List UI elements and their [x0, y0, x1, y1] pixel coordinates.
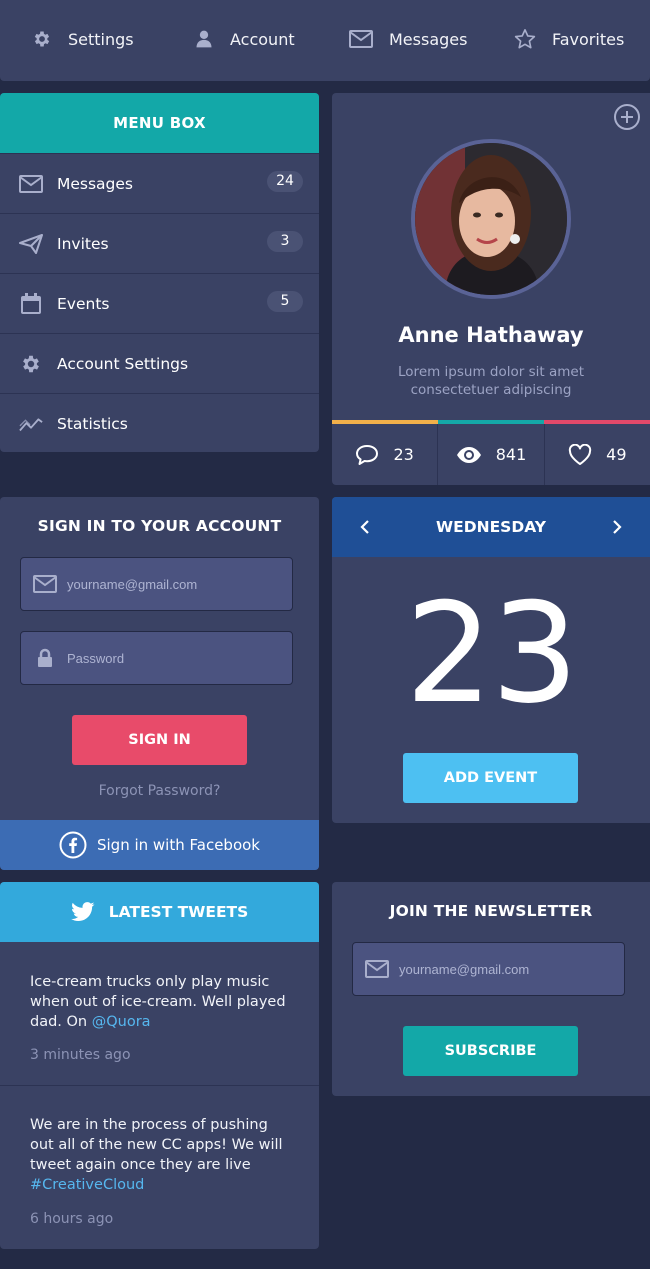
nav-settings-label: Settings [68, 29, 134, 49]
tweet-link[interactable]: #CreativeCloud [30, 1177, 144, 1193]
chevron-left-icon[interactable] [354, 516, 376, 538]
tweet-text: We are in the process of pushing out all… [30, 1115, 295, 1195]
menu-item-label: Events [57, 294, 110, 313]
count-badge: 5 [267, 291, 303, 312]
comment-icon [355, 444, 379, 466]
nav-favorites[interactable]: Favorites [514, 26, 624, 52]
user-icon [194, 29, 214, 49]
menu-item-label: Statistics [57, 414, 128, 433]
tweets-title: LATEST TWEETS [108, 903, 249, 921]
avatar [411, 139, 571, 299]
menu-item-events[interactable]: Events 5 [0, 273, 319, 333]
stat-value: 841 [495, 445, 527, 464]
menu-item-label: Account Settings [57, 354, 189, 373]
menu-box-title: MENU BOX [0, 93, 319, 153]
views-stat[interactable]: 841 [437, 424, 543, 485]
star-icon [514, 28, 536, 50]
nav-account[interactable]: Account [194, 26, 295, 52]
nav-settings[interactable]: Settings [32, 26, 134, 52]
chevron-right-icon[interactable] [606, 516, 628, 538]
tweet-body: We are in the process of pushing out all… [30, 1117, 283, 1173]
password-field[interactable] [20, 631, 293, 685]
twitter-icon [70, 902, 95, 922]
newsletter-card: JOIN THE NEWSLETTER SUBSCRIBE [332, 882, 650, 1096]
stat-value: 23 [393, 445, 414, 464]
heart-icon [568, 443, 592, 466]
divider [0, 1085, 319, 1086]
calendar-day: WEDNESDAY [436, 518, 546, 536]
nav-favorites-label: Favorites [552, 29, 625, 49]
count-badge: 24 [267, 171, 303, 192]
sign-in-button[interactable]: SIGN IN [72, 715, 247, 765]
calendar-card: WEDNESDAY 23 ADD EVENT [332, 497, 650, 823]
email-input[interactable] [67, 576, 287, 592]
eye-icon [456, 446, 482, 464]
profile-bio: Lorem ipsum dolor sit amet consectetuer … [398, 364, 584, 398]
gear-icon [32, 29, 52, 49]
menu-item-invites[interactable]: Invites 3 [0, 213, 319, 273]
menu-item-label: Messages [57, 174, 134, 193]
envelope-icon [33, 574, 57, 594]
forgot-password-link[interactable]: Forgot Password? [0, 783, 319, 799]
newsletter-title: JOIN THE NEWSLETTER [389, 902, 593, 920]
signin-title: SIGN IN TO YOUR ACCOUNT [37, 517, 282, 535]
count-badge: 3 [267, 231, 303, 252]
profile-name: Anne Hathaway [398, 323, 584, 347]
menu-item-label: Invites [57, 234, 109, 253]
lock-icon [33, 648, 57, 668]
nav-messages-label: Messages [389, 29, 468, 49]
menu-item-messages[interactable]: Messages 24 [0, 153, 319, 213]
tweets-header: LATEST TWEETS [0, 882, 319, 942]
envelope-icon [365, 959, 389, 979]
menu-item-account-settings[interactable]: Account Settings [0, 333, 319, 393]
nav-messages[interactable]: Messages [349, 26, 467, 52]
chart-line-icon [19, 414, 43, 434]
profile-card: Anne Hathaway Lorem ipsum dolor sit amet… [332, 93, 650, 485]
likes-stat[interactable]: 49 [543, 424, 650, 485]
calendar-date: 23 [405, 573, 579, 734]
paper-plane-icon [19, 233, 43, 254]
add-circle-icon[interactable] [613, 103, 641, 135]
newsletter-email-input[interactable] [399, 961, 619, 977]
tweet-timestamp: 3 minutes ago [30, 1047, 131, 1063]
facebook-icon [59, 831, 87, 859]
tweet-body: Ice-cream trucks only play music when ou… [30, 974, 286, 1030]
menu-item-statistics[interactable]: Statistics [0, 393, 319, 452]
facebook-signin-button[interactable]: Sign in with Facebook [0, 820, 319, 870]
comments-stat[interactable]: 23 [332, 424, 437, 485]
calendar-header: WEDNESDAY [332, 497, 650, 557]
nav-account-label: Account [230, 29, 295, 49]
top-navigation: Settings Account Messages Favorites [0, 0, 650, 81]
newsletter-email-field[interactable] [352, 942, 625, 996]
signin-card: SIGN IN TO YOUR ACCOUNT SIGN IN Forgot P… [0, 497, 319, 870]
tweet-link[interactable]: @Quora [92, 1014, 151, 1030]
add-event-button[interactable]: ADD EVENT [403, 753, 578, 803]
calendar-icon [19, 292, 43, 315]
subscribe-button[interactable]: SUBSCRIBE [403, 1026, 578, 1076]
envelope-icon [19, 174, 43, 194]
envelope-icon [349, 29, 373, 49]
stat-value: 49 [606, 445, 627, 464]
email-field[interactable] [20, 557, 293, 611]
tweet-text: Ice-cream trucks only play music when ou… [30, 972, 295, 1032]
gear-icon [19, 353, 43, 375]
password-input[interactable] [67, 650, 287, 666]
profile-stats: 23 841 49 [332, 424, 650, 485]
menu-box: MENU BOX Messages 24 Invites 3 Events 5 … [0, 93, 319, 452]
facebook-signin-label: Sign in with Facebook [96, 836, 260, 854]
tweet-timestamp: 6 hours ago [30, 1211, 114, 1227]
tweets-card: LATEST TWEETS Ice-cream trucks only play… [0, 882, 319, 1249]
